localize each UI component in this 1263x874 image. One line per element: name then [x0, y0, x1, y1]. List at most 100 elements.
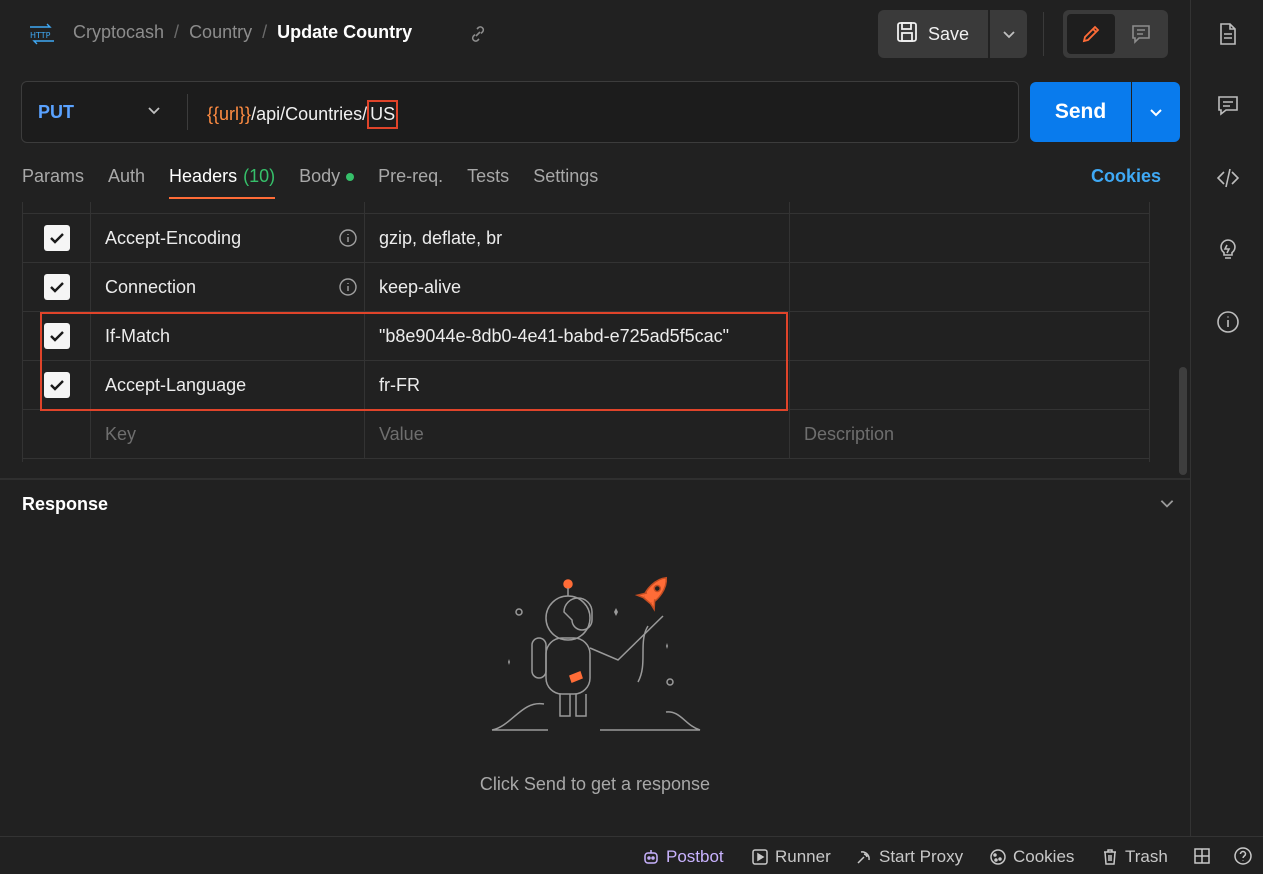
postbot-icon — [644, 850, 658, 864]
url-path: /api/Countries/ — [251, 104, 368, 124]
table-row: If-Match "b8e9044e-8db0-4e41-babd-e725ad… — [23, 312, 1149, 361]
tab-prereq[interactable]: Pre-req. — [378, 166, 443, 199]
runner-button[interactable]: Runner — [751, 847, 831, 867]
chevron-down-icon[interactable] — [1158, 494, 1176, 512]
checkbox-cell — [23, 410, 91, 458]
header-description[interactable] — [790, 214, 1149, 262]
tab-label: Params — [22, 166, 85, 186]
header-description[interactable] — [790, 312, 1149, 360]
new-key-input[interactable]: Key — [91, 410, 365, 458]
lightbulb-icon[interactable] — [1216, 238, 1240, 262]
tab-body[interactable]: Body — [299, 166, 355, 199]
header-key[interactable]: If-Match — [91, 312, 365, 360]
info-icon[interactable] — [338, 277, 358, 297]
header-description[interactable] — [790, 361, 1149, 409]
breadcrumb-folder[interactable]: Country — [189, 22, 252, 43]
cookies-label: Cookies — [1013, 847, 1075, 866]
header-value[interactable]: gzip, deflate, br — [365, 214, 790, 262]
header-value[interactable]: keep-alive — [365, 263, 790, 311]
chevron-down-icon — [1002, 31, 1015, 39]
comments-icon[interactable] — [1216, 94, 1240, 118]
send-options-button[interactable] — [1132, 82, 1180, 142]
new-value-input[interactable]: Value — [365, 410, 790, 458]
table-cell — [790, 202, 1149, 213]
trash-icon — [1104, 849, 1116, 865]
breadcrumb: Cryptocash / Country / Update Country — [73, 22, 412, 43]
comment-mode-button[interactable] — [1117, 14, 1165, 54]
mode-toggle — [1063, 10, 1168, 58]
url-input[interactable]: {{url}} /api/Countries/ US — [207, 100, 399, 129]
breadcrumb-workspace[interactable]: Cryptocash — [73, 22, 164, 43]
header-value-text: "b8e9044e-8db0-4e41-babd-e725ad5f5cac" — [379, 325, 730, 346]
http-icon: HTTP — [28, 22, 56, 46]
help-icon[interactable] — [1234, 847, 1252, 865]
chevron-down-icon[interactable] — [146, 102, 164, 120]
send-button[interactable]: Send — [1030, 82, 1131, 142]
url-bar: PUT {{url}} /api/Countries/ US — [21, 81, 1019, 143]
toolbar-divider — [1043, 12, 1044, 56]
info-icon[interactable] — [1216, 310, 1240, 334]
tab-auth[interactable]: Auth — [108, 166, 145, 199]
checkbox-cell — [23, 214, 91, 262]
pane-divider[interactable] — [0, 478, 1190, 480]
layout-toggle-icon[interactable] — [1193, 847, 1211, 865]
header-key[interactable]: Accept-Encoding — [91, 214, 365, 262]
comment-icon — [1132, 25, 1150, 44]
play-icon — [752, 849, 768, 865]
save-icon — [896, 21, 918, 48]
info-icon[interactable] — [338, 228, 358, 248]
response-title: Response — [22, 494, 109, 514]
header-key-text: Connection — [105, 276, 197, 297]
tab-tests[interactable]: Tests — [467, 166, 509, 199]
header-description[interactable] — [790, 263, 1149, 311]
checkbox-cell — [23, 263, 91, 311]
cookies-button[interactable]: Cookies — [989, 847, 1074, 867]
url-separator — [187, 94, 188, 130]
code-icon[interactable] — [1216, 166, 1240, 190]
tab-headers[interactable]: Headers (10) — [169, 166, 276, 199]
proxy-icon — [857, 851, 870, 864]
chevron-down-icon — [1150, 109, 1162, 117]
tab-label: Tests — [467, 166, 510, 186]
new-description-input[interactable]: Description — [790, 410, 1149, 458]
header-key-text: Accept-Encoding — [105, 227, 242, 248]
documentation-icon[interactable] — [1216, 22, 1240, 46]
tab-label: Body — [299, 166, 341, 186]
header-value[interactable]: fr-FR — [365, 361, 790, 409]
link-icon[interactable] — [468, 24, 488, 44]
tab-label: Auth — [108, 166, 146, 186]
header-value[interactable]: "b8e9044e-8db0-4e41-babd-e725ad5f5cac" — [365, 312, 790, 360]
checkbox-cell — [23, 361, 91, 409]
scrollbar[interactable] — [1179, 367, 1187, 475]
header-checkbox[interactable] — [43, 274, 70, 300]
header-checkbox[interactable] — [43, 225, 70, 251]
request-title[interactable]: Update Country — [277, 22, 412, 43]
header-checkbox[interactable] — [43, 323, 70, 349]
table-row — [23, 202, 1149, 214]
table-cell — [23, 202, 91, 213]
trash-label: Trash — [1125, 847, 1168, 866]
postbot-button[interactable]: Postbot — [642, 847, 724, 867]
tab-params[interactable]: Params — [22, 166, 84, 199]
request-header: HTTP Cryptocash / Country / Update Count… — [0, 0, 1190, 70]
pencil-icon — [1082, 25, 1100, 43]
request-tabs: Params Auth Headers (10) Body Pre-req. T… — [22, 166, 598, 199]
table-cell — [365, 202, 790, 213]
method-select[interactable]: PUT — [38, 102, 74, 123]
save-options-button[interactable] — [990, 10, 1027, 58]
edit-mode-button[interactable] — [1067, 14, 1115, 54]
header-checkbox[interactable] — [43, 372, 70, 398]
tab-settings[interactable]: Settings — [533, 166, 598, 199]
start-proxy-button[interactable]: Start Proxy — [855, 847, 963, 867]
header-key[interactable]: Accept-Language — [91, 361, 365, 409]
svg-text:HTTP: HTTP — [30, 31, 51, 40]
check-icon — [49, 380, 64, 391]
trash-button[interactable]: Trash — [1101, 847, 1168, 867]
header-key-text: If-Match — [105, 325, 171, 346]
header-key[interactable]: Connection — [91, 263, 365, 311]
save-button[interactable]: Save — [878, 10, 988, 58]
table-row: Connection keep-alive — [23, 263, 1149, 312]
table-row-new: Key Value Description — [23, 410, 1149, 459]
cookies-link[interactable]: Cookies — [1091, 166, 1161, 187]
check-icon — [49, 233, 64, 244]
